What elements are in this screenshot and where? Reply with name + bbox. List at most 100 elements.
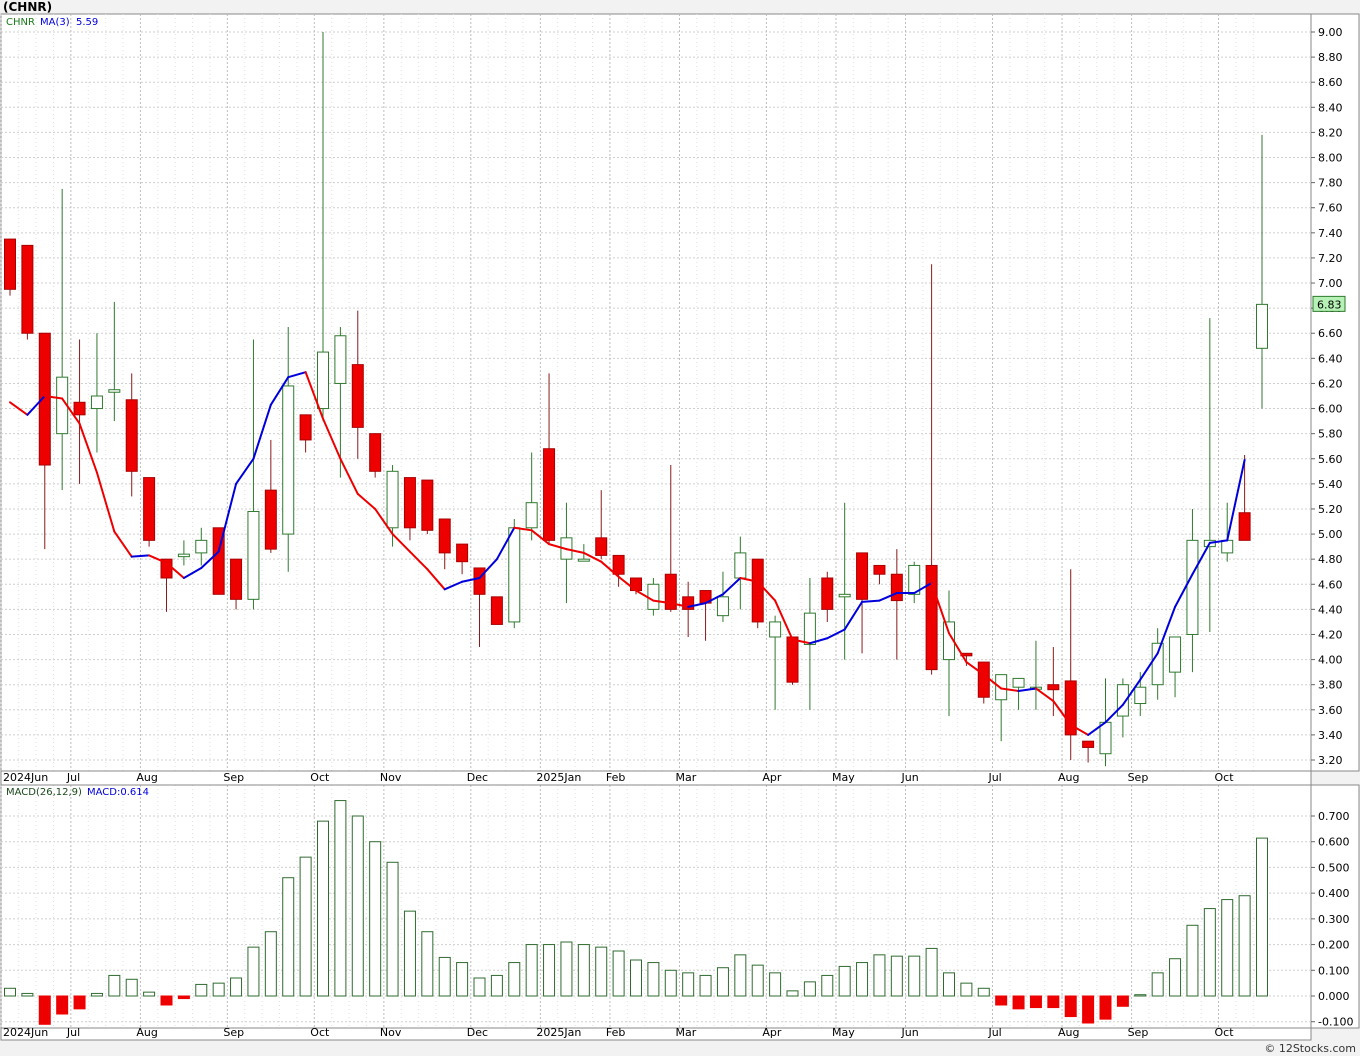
macd-bar: [560, 941, 573, 997]
macd-bar: [647, 962, 660, 997]
macd-bar: [751, 964, 764, 997]
candle-body: [334, 335, 347, 384]
candle-body: [716, 596, 729, 617]
price-tick-label: 5.60: [1318, 453, 1343, 466]
candle: [143, 477, 156, 547]
macd-bar: [334, 800, 347, 997]
candle-body: [1099, 721, 1112, 755]
candle-body: [143, 477, 156, 541]
month-label: May: [832, 1026, 855, 1039]
macd-bar: [1169, 958, 1182, 997]
candle-body: [247, 510, 260, 600]
macd-bar: [890, 955, 903, 997]
stock-chart: 2024Jun 2024Jun Jul Jul Aug Aug Sep Sep Oct Oct No…: [0, 13, 1360, 1041]
macd-bar: [856, 962, 869, 997]
candle-body: [456, 543, 469, 563]
macd-bar: [716, 967, 729, 997]
macd-bar: [595, 946, 608, 997]
ma-segment: [130, 554, 151, 558]
price-tick-label: 7.00: [1318, 277, 1343, 290]
macd-bar: [925, 947, 938, 997]
candle: [977, 661, 990, 704]
candle-body: [1047, 684, 1060, 691]
candle: [786, 636, 799, 685]
candle-body: [299, 414, 312, 441]
legend-ma: MA(3): [40, 17, 70, 28]
month-label: Dec: [467, 771, 488, 784]
candle-body: [125, 399, 138, 472]
macd-bar: [525, 944, 538, 997]
month-label: Aug: [1058, 771, 1079, 784]
candle-body: [1134, 686, 1147, 705]
macd-bar: [838, 965, 851, 997]
candle-body: [525, 502, 538, 529]
macd-bar: [1082, 995, 1095, 1024]
price-tick-label: 7.20: [1318, 252, 1343, 265]
macd-bar: [543, 944, 556, 997]
macd-bar: [317, 820, 329, 997]
last-price-label: 6.83: [1317, 298, 1342, 311]
macd-tick-label: 0.000: [1318, 990, 1350, 1003]
price-tick-label: 5.00: [1318, 528, 1343, 541]
macd-bar: [230, 977, 243, 997]
month-label: Jun: [901, 1026, 919, 1039]
macd-bar: [386, 861, 399, 997]
macd-bar: [1256, 837, 1268, 997]
price-tick-label: 7.60: [1318, 202, 1343, 215]
candle-body: [612, 554, 625, 575]
macd-bar: [212, 982, 225, 997]
macd-bar: [73, 995, 86, 1010]
candle-body: [438, 518, 451, 554]
macd-bar: [1064, 995, 1077, 1018]
macd-bar: [577, 944, 590, 997]
macd-bar: [1116, 995, 1129, 1007]
candle-body: [751, 558, 764, 623]
macd-bar: [977, 987, 990, 997]
candle-body: [821, 577, 834, 610]
candle-body: [90, 395, 103, 410]
macd-tick-label: 0.400: [1318, 887, 1350, 900]
candle-body: [1221, 539, 1234, 554]
price-tick-label: 6.40: [1318, 352, 1343, 365]
candle-body: [769, 621, 782, 638]
month-label: Jun: [901, 771, 919, 784]
legend-symbol: CHNR: [6, 17, 35, 28]
price-tick-label: 3.80: [1318, 679, 1343, 692]
legend-ma-value: 5.59: [76, 17, 98, 28]
candle-body: [873, 564, 886, 575]
month-label: Oct: [1215, 1026, 1235, 1039]
macd-bar: [734, 954, 747, 997]
month-label: Sep: [1128, 771, 1149, 784]
macd-bar: [90, 992, 103, 997]
month-label: Jul: [987, 1026, 1001, 1039]
candle-body: [490, 596, 503, 625]
month-label: Mar: [675, 771, 696, 784]
candle-body: [386, 470, 399, 529]
macd-bar: [1047, 995, 1060, 1009]
candle-body: [230, 558, 243, 600]
macd-bar: [4, 987, 16, 997]
macd-bar: [403, 910, 416, 997]
month-label: 2025Jan: [536, 1026, 581, 1039]
price-tick-label: 5.40: [1318, 478, 1343, 491]
macd-bar: [299, 856, 312, 997]
candle-body: [925, 564, 938, 671]
month-label: Sep: [223, 1026, 244, 1039]
macd-tick-label: 0.700: [1318, 810, 1350, 823]
macd-bar: [143, 991, 156, 997]
macd-bar: [1012, 995, 1025, 1010]
macd-bar: [38, 995, 51, 1025]
candle-body: [21, 244, 34, 334]
macd-bar: [177, 995, 190, 1000]
month-label: Aug: [1058, 1026, 1079, 1039]
candle-body: [369, 433, 382, 472]
macd-bar: [264, 931, 277, 997]
price-tick-label: 3.40: [1318, 729, 1343, 742]
macd-bar: [682, 972, 695, 997]
macd-bar: [995, 995, 1008, 1006]
candle-body: [108, 389, 121, 393]
macd-bar: [699, 974, 712, 997]
price-tick-label: 3.60: [1318, 704, 1343, 717]
month-label: Oct: [310, 1026, 330, 1039]
macd-bar: [195, 983, 208, 997]
